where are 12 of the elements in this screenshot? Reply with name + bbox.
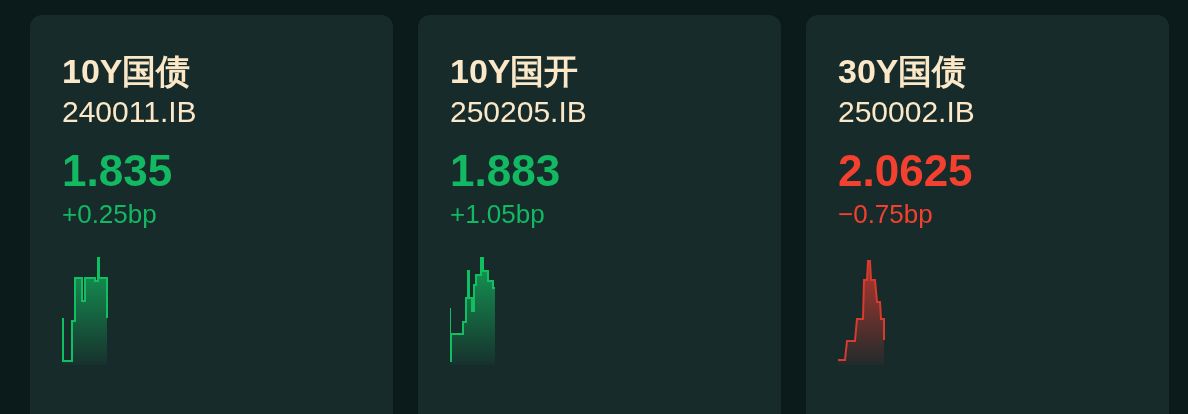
yield-value: 1.835 [62,145,174,197]
bond-code: 240011.IB [62,94,198,130]
bond-code: 250205.IB [450,94,588,130]
bond-name: 10Y国债 [62,51,192,92]
bond-code: 250002.IB [838,94,976,130]
bond-name: 10Y国开 [450,51,580,92]
yield-value: 2.0625 [838,145,974,197]
yield-change: +0.25bp [62,198,158,231]
bond-name: 30Y国债 [838,51,968,92]
yield-change: +1.05bp [450,198,546,231]
yield-change: −0.75bp [838,198,934,231]
yield-value: 1.883 [450,145,562,197]
